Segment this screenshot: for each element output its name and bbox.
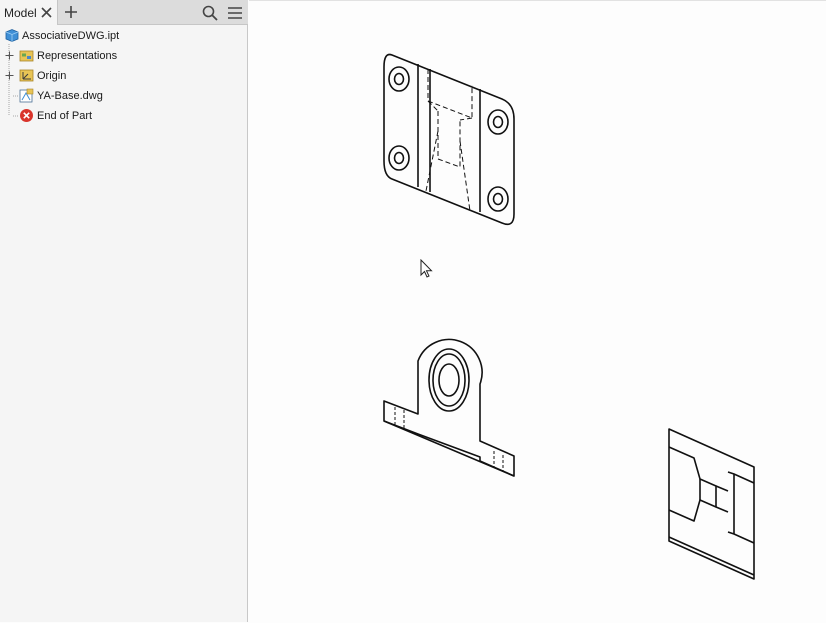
drawing-view-front <box>383 338 515 477</box>
tree-node-label: Representations <box>37 50 118 62</box>
expand-plus-icon[interactable] <box>5 51 14 60</box>
graphics-canvas[interactable] <box>249 0 826 622</box>
drawing-view-side <box>668 428 755 580</box>
end-of-part-icon <box>20 109 33 122</box>
tree-node-label: End of Part <box>37 110 93 122</box>
representations-folder-icon <box>19 50 34 62</box>
mouse-cursor-icon <box>420 259 433 278</box>
tree-node-label: Origin <box>37 70 67 82</box>
tree-node-representations[interactable]: Representations <box>4 47 244 65</box>
tree-node-origin[interactable]: Origin <box>4 67 244 85</box>
dwg-underlay-icon <box>19 88 34 103</box>
tree-node-label: AssociativeDWG.ipt <box>22 30 120 42</box>
model-browser-panel: Model AssociativeDWG.ipt Representations… <box>0 0 248 622</box>
tree-node-label: YA-Base.dwg <box>37 90 103 102</box>
origin-folder-icon <box>19 69 34 82</box>
drawing-views <box>383 53 755 580</box>
tree-node-end-of-part[interactable]: End of Part <box>4 107 244 125</box>
drawing-view-top <box>383 53 515 226</box>
expand-plus-icon[interactable] <box>5 71 14 80</box>
tree-node-part[interactable]: AssociativeDWG.ipt <box>4 27 244 45</box>
tree-node-dwg[interactable]: YA-Base.dwg <box>4 87 244 105</box>
part-cube-icon <box>5 29 19 42</box>
